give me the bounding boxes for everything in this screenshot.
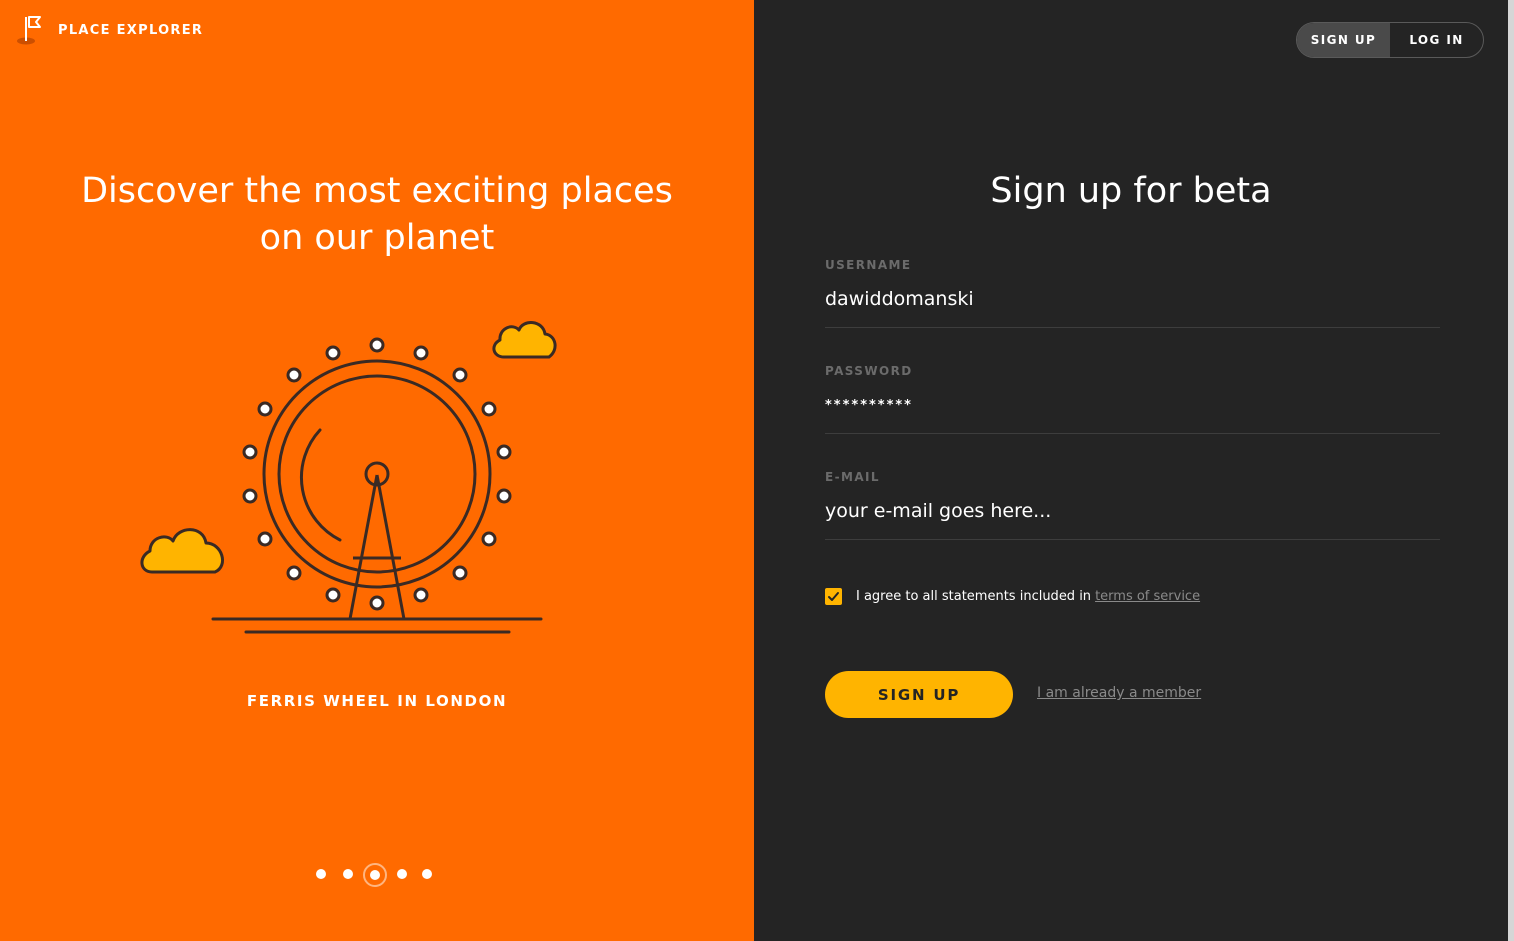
cloud-right-icon [492,321,557,359]
already-member-link[interactable]: I am already a member [1037,685,1201,701]
username-field: USERNAME [825,258,1440,328]
email-label: E-MAIL [825,470,880,484]
email-field: E-MAIL [825,470,1440,540]
email-input[interactable] [825,496,1440,526]
wheel-cabins [242,337,512,611]
username-input[interactable] [825,284,1440,314]
username-label: USERNAME [825,258,912,272]
ferris-wheel-illustration [140,321,557,634]
toggle-signup-button[interactable]: SIGN UP [1297,23,1390,57]
hero-caption: FERRIS WHEEL IN LONDON [246,692,508,710]
slide-dot-5[interactable] [422,869,432,879]
hero-headline: Discover the most exciting places on our… [0,168,754,262]
terms-text: I agree to all statements included in [856,589,1092,604]
password-input[interactable] [825,390,1440,420]
brand[interactable]: PLACE EXPLORER [16,14,203,46]
window-edge [1508,0,1514,941]
slide-dot-4[interactable] [397,869,407,879]
checkmark-icon [828,592,839,601]
hero-panel: PLACE EXPLORER Discover the most excitin… [0,0,754,941]
terms-checkbox[interactable] [825,588,842,605]
password-field: PASSWORD [825,364,1440,434]
hero-headline-line1: Discover the most exciting places [81,171,673,211]
brand-name: PLACE EXPLORER [58,22,204,38]
hero-headline-line2: on our planet [259,218,495,258]
wheel-icon [211,359,543,634]
terms-of-service-link[interactable]: terms of service [1095,589,1200,604]
slide-dot-1[interactable] [316,869,326,879]
flag-logo-icon [17,16,41,45]
terms-agreement: I agree to all statements included in te… [825,588,1200,605]
password-label: PASSWORD [825,364,913,378]
slide-dot-3-active[interactable] [363,863,387,887]
cloud-left-icon [140,528,225,574]
signup-submit-button[interactable]: SIGN UP [825,671,1013,718]
auth-toggle: SIGN UP LOG IN [1296,22,1484,58]
slide-pagination [308,860,444,888]
form-panel: SIGN UP LOG IN Sign up for beta USERNAME… [754,0,1508,941]
slide-dot-2[interactable] [343,869,353,879]
form-title: Sign up for beta [990,171,1272,211]
toggle-login-button[interactable]: LOG IN [1390,23,1483,57]
